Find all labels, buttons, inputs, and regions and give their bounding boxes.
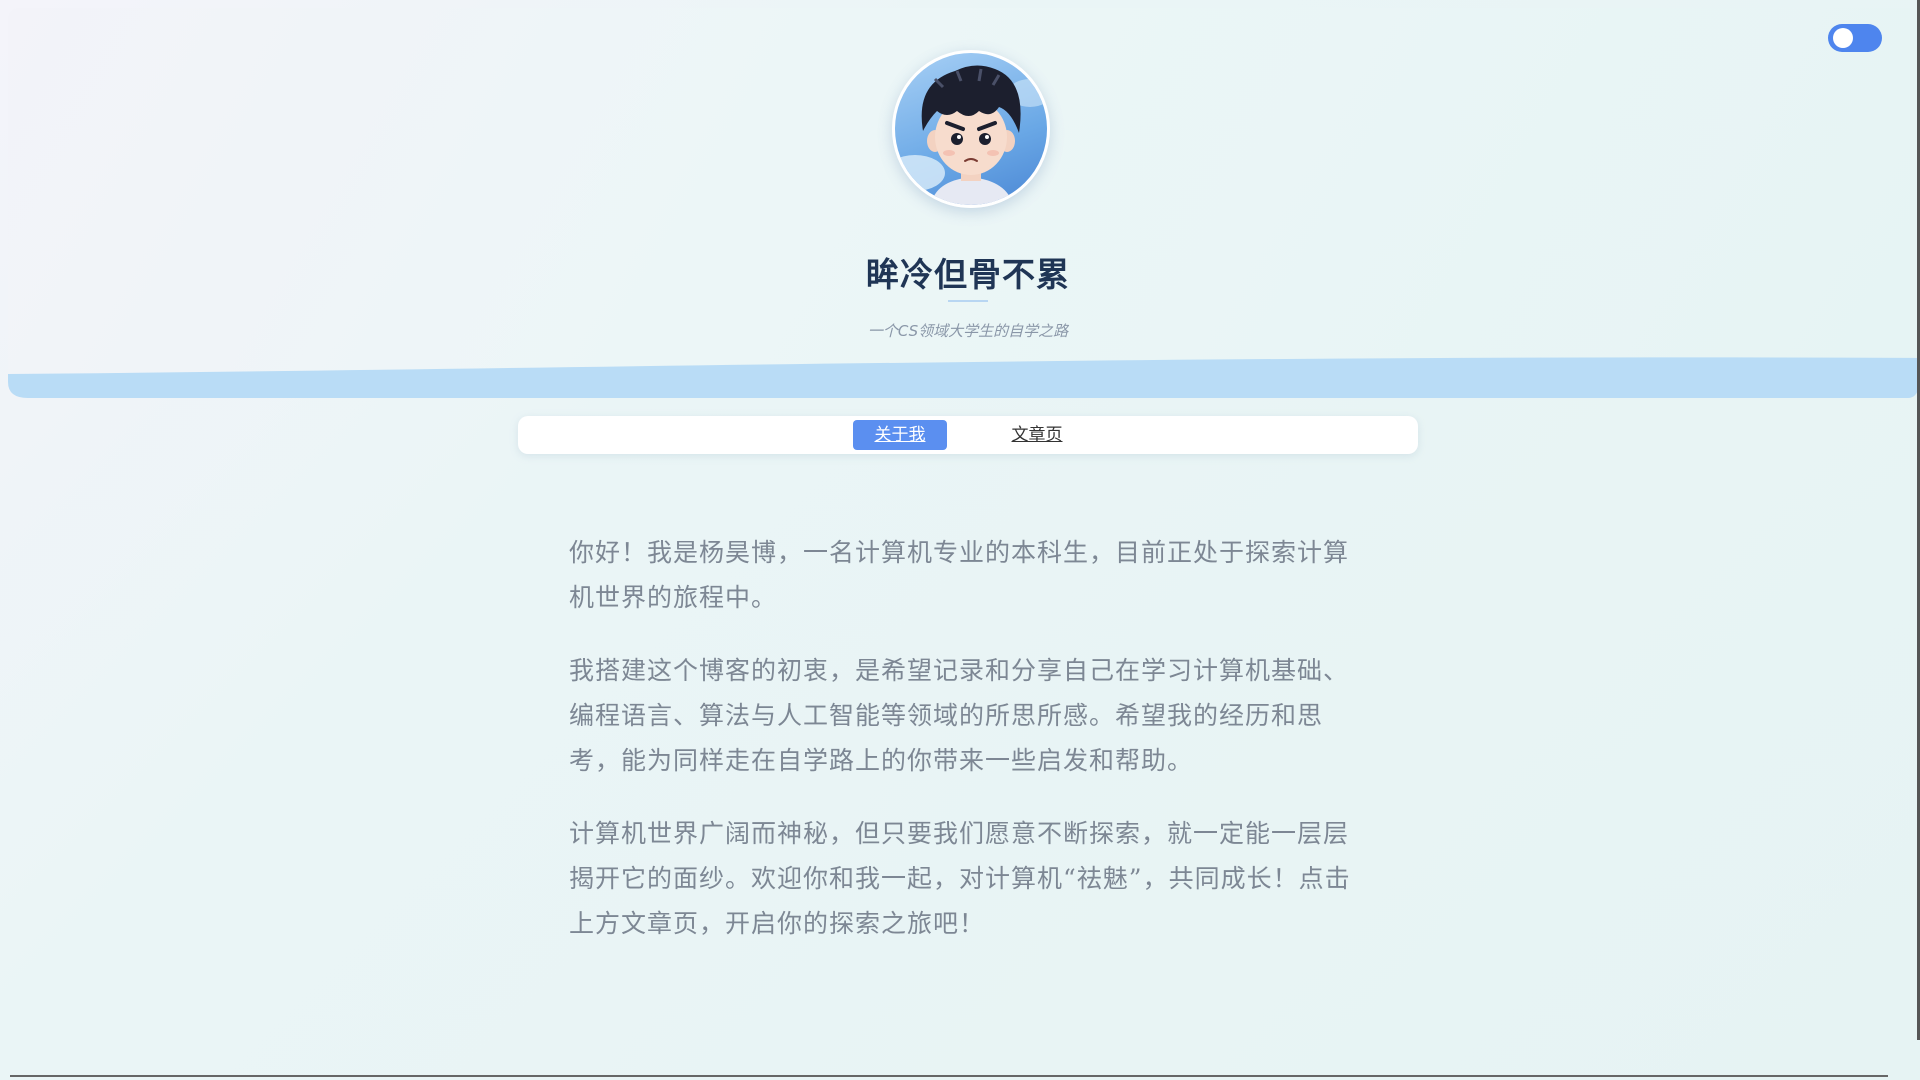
page: 眸冷但骨不累 一个CS领域大学生的自学之路 关于我 文章页 你好！我是杨昊博，一… — [0, 0, 1920, 1080]
theme-toggle[interactable] — [1828, 24, 1882, 52]
about-content: 你好！我是杨昊博，一名计算机专业的本科生，目前正处于探索计算机世界的旅程中。 我… — [569, 530, 1369, 974]
nav-item-about[interactable]: 关于我 — [853, 420, 947, 450]
nav-item-articles[interactable]: 文章页 — [990, 420, 1084, 450]
site-title: 眸冷但骨不累 — [866, 255, 1070, 294]
about-paragraph: 计算机世界广阔而神秘，但只要我们愿意不断探索，就一定能一层层揭开它的面纱。欢迎你… — [569, 819, 1351, 938]
bottom-divider — [10, 1075, 1888, 1077]
cartoon-boy-avatar-icon — [895, 65, 1047, 205]
about-paragraph: 你好！我是杨昊博，一名计算机专业的本科生，目前正处于探索计算机世界的旅程中。 — [569, 538, 1350, 612]
avatar — [892, 50, 1050, 208]
toggle-knob — [1833, 28, 1853, 48]
nav-bar: 关于我 文章页 — [518, 416, 1418, 454]
about-paragraph: 我搭建这个博客的初衷，是希望记录和分享自己在学习计算机基础、编程语言、算法与人工… — [569, 656, 1350, 775]
header-wave — [8, 357, 1918, 398]
title-divider — [948, 300, 988, 302]
site-tagline: 一个CS领域大学生的自学之路 — [867, 322, 1069, 340]
